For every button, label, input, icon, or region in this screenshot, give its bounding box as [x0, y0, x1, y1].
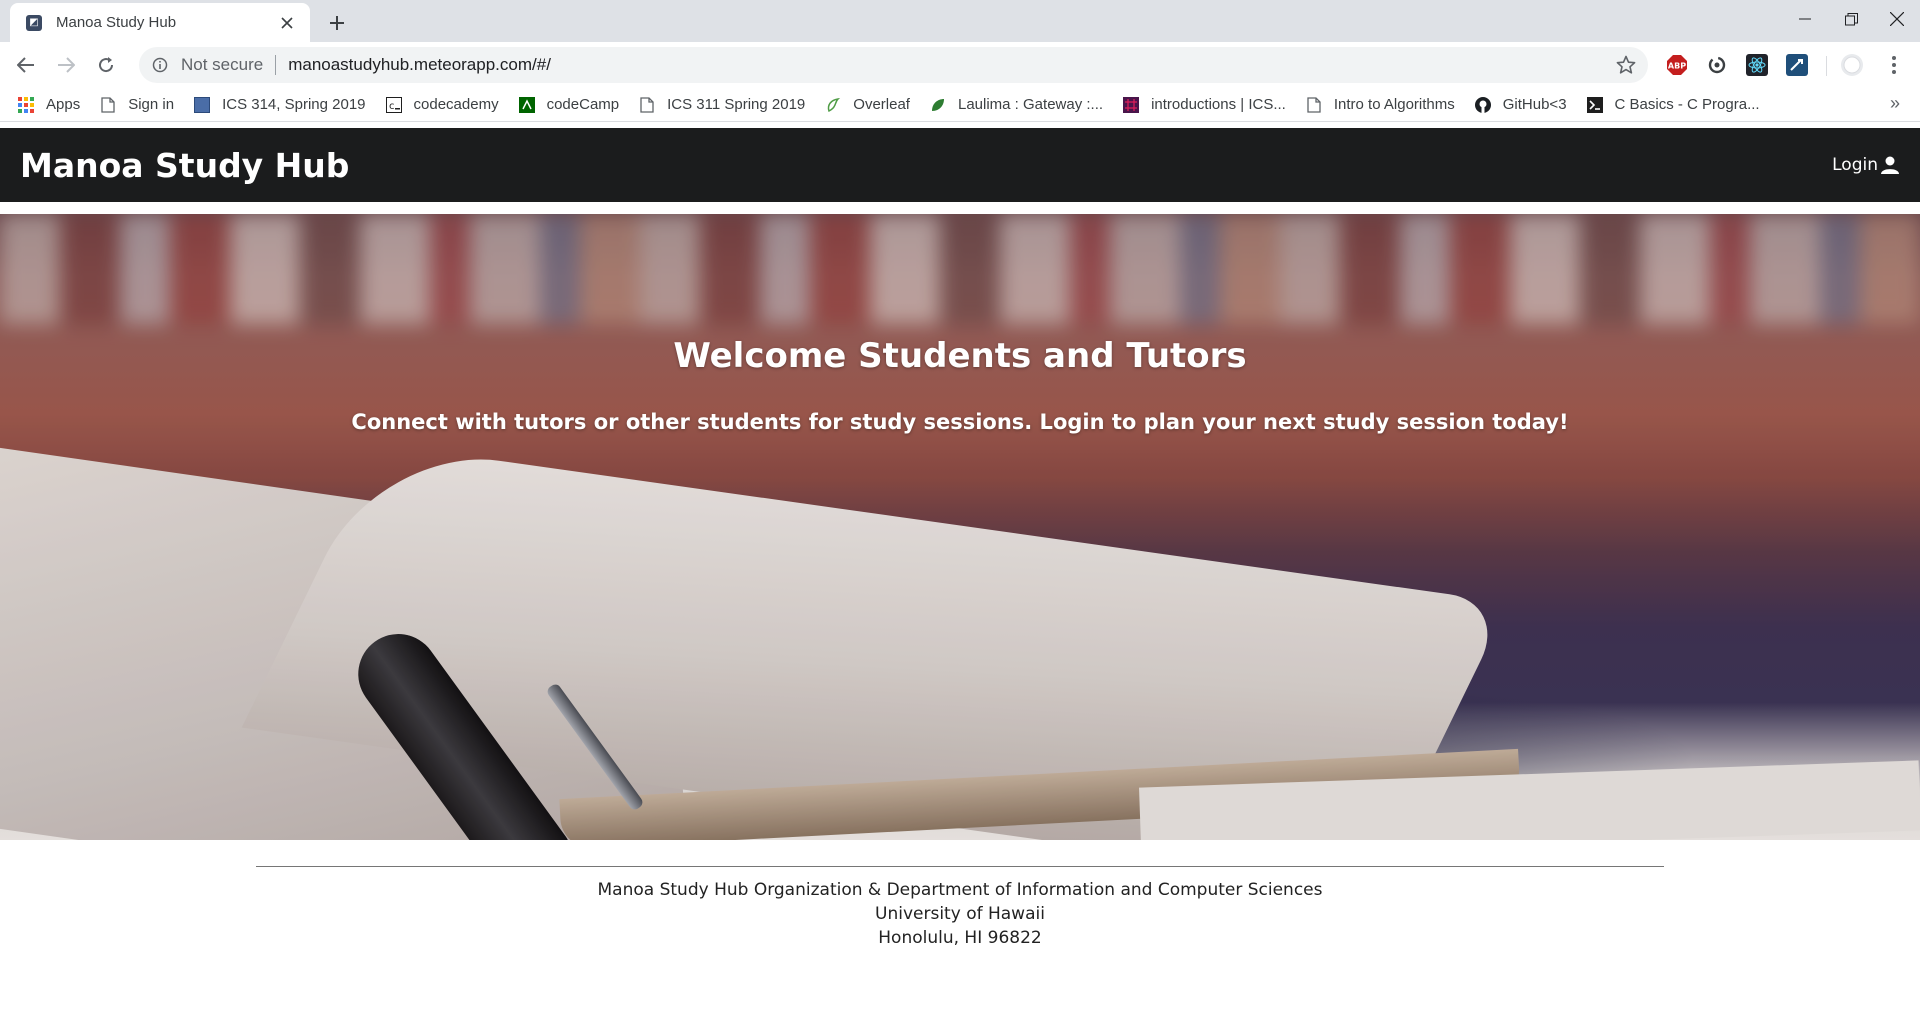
minimize-button[interactable] — [1782, 0, 1828, 38]
back-button[interactable] — [10, 49, 42, 81]
arrow-left-icon — [17, 57, 34, 73]
hero-banner: Welcome Students and Tutors Connect with… — [0, 214, 1920, 840]
info-icon[interactable] — [151, 56, 169, 74]
close-window-button[interactable] — [1874, 0, 1920, 38]
restore-icon — [1844, 12, 1858, 25]
bookmark-star-icon[interactable] — [1616, 55, 1636, 75]
profile-avatar-icon[interactable] — [1840, 53, 1864, 77]
tab-title: Manoa Study Hub — [56, 14, 177, 31]
bookmark-label: Laulima : Gateway :... — [957, 96, 1104, 113]
minimize-icon — [1799, 18, 1811, 20]
login-label: Login — [1832, 155, 1878, 175]
bookmark-label: Apps — [46, 96, 81, 113]
close-icon — [1890, 12, 1904, 26]
page-icon — [639, 96, 655, 113]
new-tab-button[interactable] — [322, 8, 352, 38]
hero-title: Welcome Students and Tutors — [673, 336, 1247, 376]
plus-icon — [330, 16, 344, 30]
bookmark-item[interactable]: introductions | ICS... — [1123, 91, 1286, 119]
arrow-right-icon — [58, 57, 75, 73]
bookmark-item[interactable]: Laulima : Gateway :... — [930, 91, 1103, 119]
bookmark-item[interactable]: Overleaf — [825, 91, 910, 119]
bookmark-label: GitHub<3 — [1502, 96, 1567, 113]
bookmark-label: codecademy — [413, 96, 499, 113]
site-footer: Manoa Study Hub Organization & Departmen… — [256, 866, 1664, 950]
address-separator — [275, 55, 277, 75]
hero-background-image — [0, 214, 1920, 840]
svg-text:c: c — [389, 101, 395, 112]
hero-subtitle: Connect with tutors or other students fo… — [351, 410, 1569, 434]
bookmarks-bar: Apps Sign in ICS 314, Spring 2019 c codecade… — [0, 88, 1920, 122]
bookmark-label: ICS 314, Spring 2019 — [222, 96, 366, 113]
login-button[interactable]: Login — [1832, 155, 1900, 175]
sync-icon[interactable] — [1705, 53, 1729, 77]
github-icon — [1474, 96, 1491, 113]
apps-grid-icon — [18, 96, 34, 113]
codecademy-icon: c — [385, 96, 402, 113]
url-text[interactable]: manoastudyhub.meteorapp.com/#/ — [288, 55, 551, 75]
security-label: Not secure — [181, 55, 264, 74]
bookmark-label: Sign in — [128, 96, 175, 113]
browser-tab[interactable]: ◩ Manoa Study Hub — [10, 3, 310, 42]
hero-overlay — [0, 214, 1920, 840]
bookmark-item[interactable]: GitHub<3 — [1474, 91, 1567, 119]
bookmark-item[interactable]: ICS 314, Spring 2019 — [194, 91, 366, 119]
bookmark-label: codeCamp — [546, 96, 620, 113]
bookmark-item[interactable]: Intro to Algorithms — [1306, 91, 1455, 119]
bookmark-label: Overleaf — [853, 96, 910, 113]
terminal-icon — [1586, 96, 1603, 113]
bookmarks-overflow-button[interactable]: » — [1890, 93, 1900, 114]
site-navbar: Manoa Study Hub Login — [0, 128, 1920, 202]
window-controls — [1782, 0, 1920, 38]
footer-organization: Manoa Study Hub Organization & Departmen… — [597, 880, 1323, 900]
forward-button[interactable] — [50, 49, 82, 81]
extension-icon[interactable] — [1785, 53, 1809, 77]
bookmark-label: introductions | ICS... — [1151, 96, 1286, 113]
laulima-icon — [930, 97, 946, 113]
square-blue-icon — [194, 96, 211, 113]
bookmark-label: C Basics - C Progra... — [1614, 96, 1760, 113]
react-icon[interactable] — [1745, 53, 1769, 77]
bookmark-item[interactable]: c codecademy — [385, 91, 499, 119]
svg-text:ABP: ABP — [1668, 62, 1686, 71]
slack-icon — [1123, 96, 1140, 113]
reload-button[interactable] — [90, 49, 122, 81]
restore-button[interactable] — [1828, 0, 1874, 38]
page-icon — [100, 96, 116, 113]
page-icon — [1306, 96, 1322, 113]
bookmark-item[interactable]: C Basics - C Progra... — [1586, 91, 1760, 119]
footer-university: University of Hawaii — [875, 904, 1045, 924]
bookmark-label: ICS 311 Spring 2019 — [667, 96, 806, 113]
browser-toolbar: Not secure manoastudyhub.meteorapp.com/#… — [0, 42, 1920, 88]
codecamp-icon — [518, 96, 535, 113]
bookmark-item[interactable]: Sign in — [100, 91, 174, 119]
bookmark-item[interactable]: ICS 311 Spring 2019 — [639, 91, 805, 119]
tab-close-icon[interactable] — [278, 14, 296, 32]
reload-icon — [99, 57, 114, 73]
address-bar[interactable]: Not secure manoastudyhub.meteorapp.com/#… — [139, 47, 1648, 83]
toolbar-divider — [1826, 56, 1827, 76]
menu-kebab-icon[interactable] — [1882, 53, 1906, 77]
user-icon — [1881, 156, 1899, 174]
bookmark-item[interactable]: Apps — [18, 91, 80, 119]
site-favicon-icon: ◩ — [26, 14, 42, 31]
bookmark-item[interactable]: codeCamp — [518, 91, 620, 119]
brand-title[interactable]: Manoa Study Hub — [20, 146, 349, 185]
browser-tab-strip: ◩ Manoa Study Hub — [0, 0, 1920, 42]
overleaf-icon — [825, 97, 841, 113]
bookmark-label: Intro to Algorithms — [1333, 96, 1455, 113]
footer-address: Honolulu, HI 96822 — [878, 928, 1042, 948]
adblock-icon[interactable]: ABP — [1665, 53, 1689, 77]
